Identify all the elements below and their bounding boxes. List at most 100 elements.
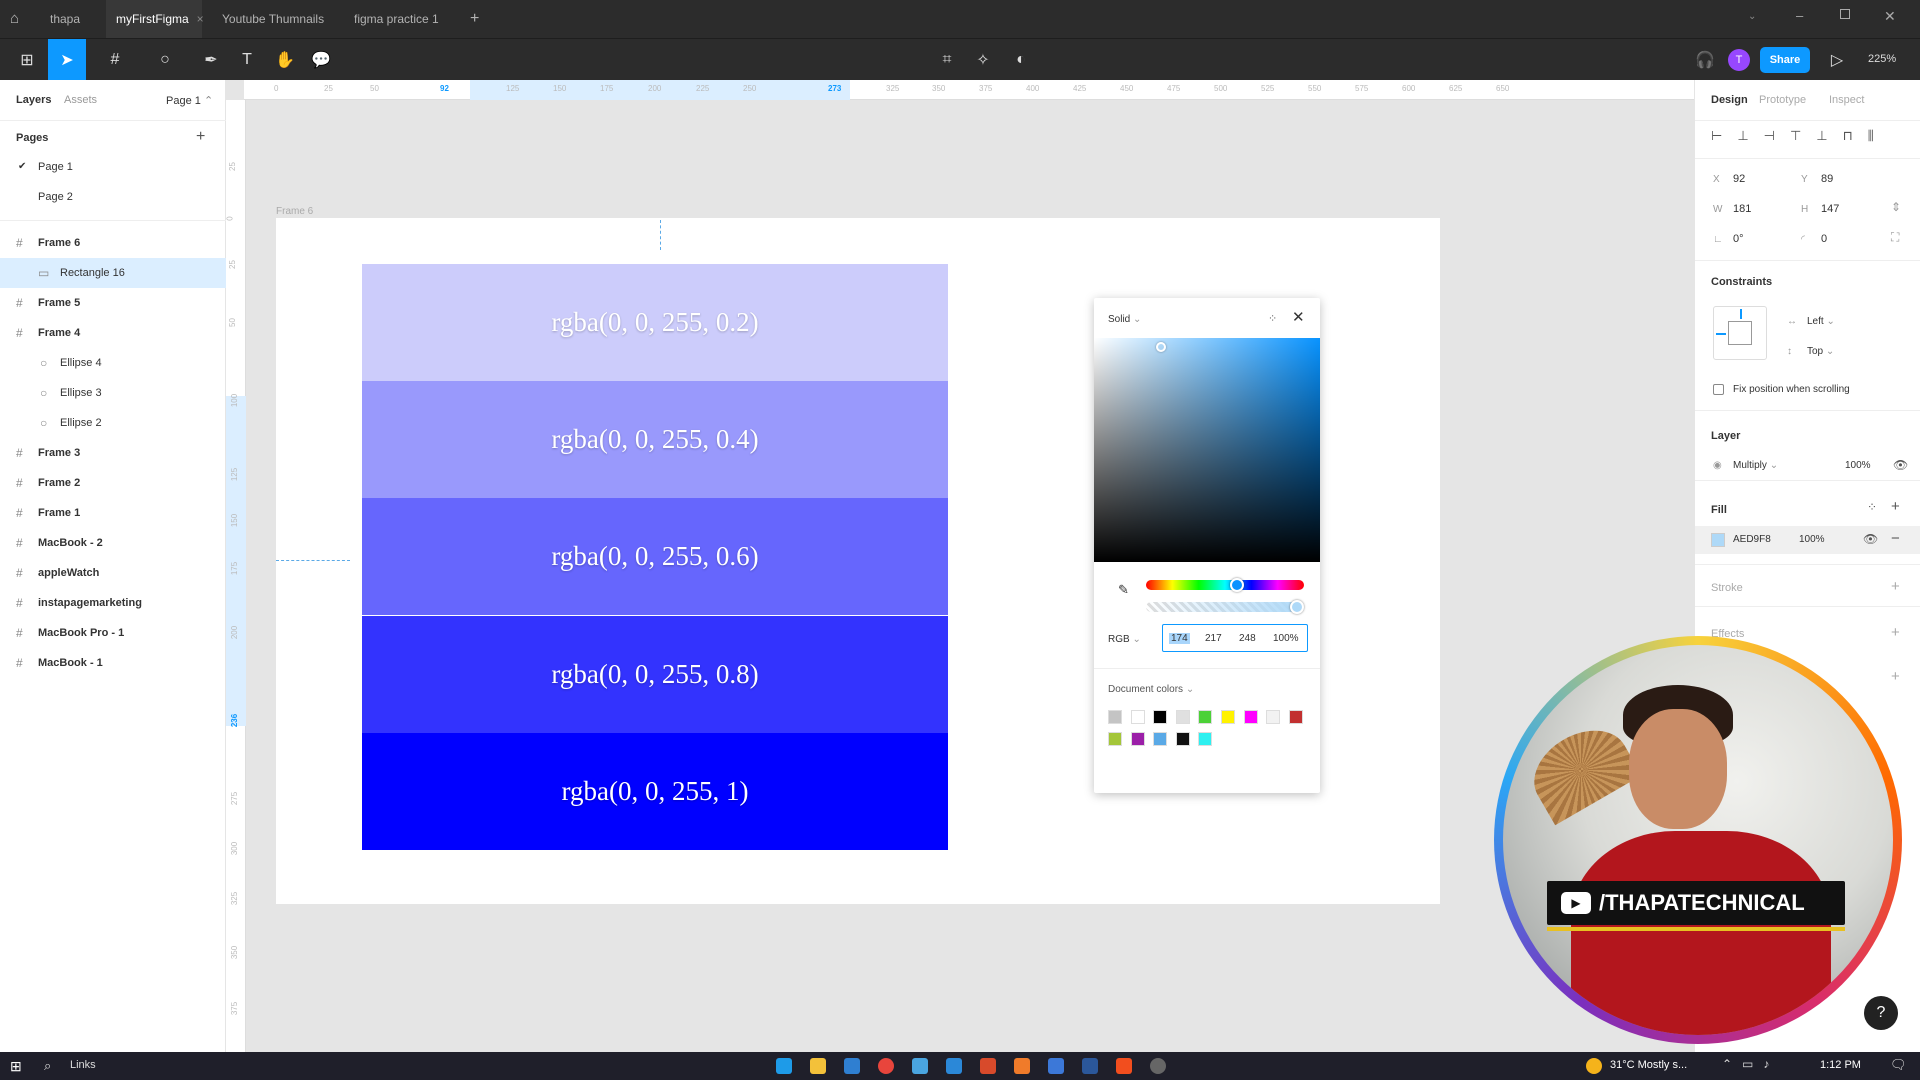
alpha-slider[interactable] xyxy=(1146,600,1304,614)
weather-text[interactable]: 31°C Mostly s... xyxy=(1610,1059,1687,1071)
width-input[interactable]: 181 xyxy=(1733,203,1751,215)
color-format-select[interactable]: RGB ⌄ xyxy=(1108,634,1141,645)
sublime-icon[interactable] xyxy=(1014,1058,1030,1074)
close-icon[interactable]: ✕ xyxy=(1292,308,1305,326)
layer-item[interactable]: # appleWatch xyxy=(0,558,226,588)
page-item[interactable]: Page 2 xyxy=(0,182,226,212)
move-tool-icon[interactable]: ➤ xyxy=(48,39,86,81)
hand-tool-icon[interactable]: ✋ xyxy=(266,39,304,81)
new-tab-icon[interactable]: + xyxy=(460,0,489,38)
color-stripe[interactable]: rgba(0, 0, 255, 1) xyxy=(362,732,948,850)
office-icon[interactable] xyxy=(980,1058,996,1074)
tab-thapa[interactable]: thapa xyxy=(40,0,90,38)
page-selector[interactable]: Page 1 ⌃ xyxy=(166,94,213,107)
hue-handle[interactable] xyxy=(1230,578,1244,592)
tab-assets[interactable]: Assets xyxy=(64,94,97,106)
fill-swatch[interactable] xyxy=(1711,533,1725,547)
home-icon[interactable]: ⌂ xyxy=(10,11,26,27)
search-icon[interactable]: ⌕ xyxy=(44,1058,51,1074)
red-input[interactable]: 174 xyxy=(1169,633,1190,644)
component-icon[interactable]: ✧ xyxy=(964,39,1002,81)
layer-item[interactable]: ▭ Rectangle 16 xyxy=(0,258,226,288)
headphones-icon[interactable]: 🎧 xyxy=(1686,39,1724,81)
fill-opacity-input[interactable]: 100% xyxy=(1799,534,1825,545)
canvas[interactable]: Frame 6 rgba(0, 0, 255, 0.2) rgba(0, 0, 2… xyxy=(246,100,1694,1052)
layer-item[interactable]: ○ Ellipse 3 xyxy=(0,378,226,408)
y-input[interactable]: 89 xyxy=(1821,173,1833,185)
add-stroke-icon[interactable]: + xyxy=(1891,578,1900,595)
constraint-left-line[interactable] xyxy=(1716,333,1726,335)
style-icon[interactable]: ⁘ xyxy=(1268,312,1277,325)
color-swatch[interactable] xyxy=(1130,732,1145,746)
word-icon[interactable] xyxy=(1082,1058,1098,1074)
chevron-down-icon[interactable]: ⌄ xyxy=(1748,11,1756,22)
color-swatch[interactable] xyxy=(1153,732,1168,746)
comment-tool-icon[interactable]: 💬 xyxy=(302,39,340,81)
height-input[interactable]: 147 xyxy=(1821,203,1839,215)
eye-icon[interactable]: 👁 xyxy=(1863,532,1878,546)
clock[interactable]: 1:12 PM xyxy=(1820,1059,1861,1071)
page-item[interactable]: ✔ Page 1 xyxy=(0,152,226,182)
obs-icon[interactable] xyxy=(1150,1058,1166,1074)
color-picker[interactable]: Solid ⌄ ⁘ ✕ ✎ RGB ⌄ 174 217 248 100% Doc… xyxy=(1094,298,1320,793)
zoom-level[interactable]: 225% xyxy=(1868,53,1896,65)
fill-hex-input[interactable]: AED9F8 xyxy=(1733,534,1771,545)
layer-item[interactable]: # Frame 4 xyxy=(0,318,226,348)
vertical-constraint-select[interactable]: Top ⌄ xyxy=(1807,346,1834,357)
mail-icon[interactable] xyxy=(844,1058,860,1074)
corner-radius-input[interactable]: 0 xyxy=(1821,233,1827,245)
close-window-icon[interactable]: ✕ xyxy=(1884,8,1896,25)
shape-tool-icon[interactable]: ○ xyxy=(146,39,184,81)
present-icon[interactable]: ▷ xyxy=(1818,39,1856,81)
styles-icon[interactable]: ⁘ xyxy=(1867,500,1877,514)
tab-myfirstfigma[interactable]: myFirstFigma × xyxy=(106,0,204,38)
color-swatch[interactable] xyxy=(1153,710,1168,724)
search-label[interactable]: Links xyxy=(70,1059,96,1071)
color-swatch[interactable] xyxy=(1130,710,1145,724)
color-stripe[interactable]: rgba(0, 0, 255, 0.4) xyxy=(362,381,948,499)
add-effect-icon[interactable]: + xyxy=(1891,624,1900,641)
color-swatch[interactable] xyxy=(1221,710,1235,724)
tab-inspect[interactable]: Inspect xyxy=(1829,94,1864,106)
constraints-widget[interactable] xyxy=(1713,306,1767,360)
tab-figma-practice-1[interactable]: figma practice 1 xyxy=(344,0,449,38)
system-tray-icons[interactable]: ⌃▭♪ xyxy=(1722,1057,1779,1071)
pen-tool-icon[interactable]: ✒ xyxy=(192,39,230,81)
text-tool-icon[interactable]: T xyxy=(228,39,266,81)
x-input[interactable]: 92 xyxy=(1733,173,1745,185)
blend-mode-select[interactable]: Multiply ⌄ xyxy=(1733,460,1778,471)
fill-row[interactable]: AED9F8 100% 👁 − xyxy=(1695,526,1920,554)
remove-fill-icon[interactable]: − xyxy=(1891,530,1900,547)
alpha-input[interactable]: 100% xyxy=(1273,633,1299,644)
layer-opacity-input[interactable]: 100% xyxy=(1845,460,1871,471)
terminal-icon[interactable] xyxy=(912,1058,928,1074)
tab-layers[interactable]: Layers xyxy=(16,94,51,106)
rotation-input[interactable]: 0° xyxy=(1733,233,1744,245)
color-swatch[interactable] xyxy=(1266,710,1281,724)
add-export-icon[interactable]: + xyxy=(1891,668,1900,685)
green-input[interactable]: 217 xyxy=(1205,633,1222,644)
saturation-area[interactable] xyxy=(1094,338,1320,562)
constraint-top-line[interactable] xyxy=(1740,309,1742,319)
tab-prototype[interactable]: Prototype xyxy=(1759,94,1806,106)
color-swatch[interactable] xyxy=(1288,710,1303,724)
crop-icon[interactable]: ⌗ xyxy=(928,39,966,81)
color-swatch[interactable] xyxy=(1108,710,1122,724)
layer-item[interactable]: # Frame 6 xyxy=(0,228,226,258)
layer-item[interactable]: # Frame 3 xyxy=(0,438,226,468)
help-button[interactable]: ? xyxy=(1864,996,1898,1030)
layer-item[interactable]: ○ Ellipse 2 xyxy=(0,408,226,438)
layer-item[interactable]: # Frame 2 xyxy=(0,468,226,498)
layer-item[interactable]: # Frame 5 xyxy=(0,288,226,318)
tab-design[interactable]: Design xyxy=(1711,94,1748,106)
avatar[interactable]: T xyxy=(1728,49,1750,71)
contrast-icon[interactable]: ◐ xyxy=(1002,39,1040,81)
main-menu-icon[interactable]: ⊞ xyxy=(8,39,46,81)
add-fill-icon[interactable]: + xyxy=(1891,498,1900,515)
layer-item[interactable]: # MacBook - 2 xyxy=(0,528,226,558)
vscode-icon[interactable] xyxy=(946,1058,962,1074)
notification-icon[interactable]: 🗨 xyxy=(1890,1057,1907,1073)
layer-item[interactable]: # MacBook - 1 xyxy=(0,648,226,678)
notes-icon[interactable] xyxy=(1048,1058,1064,1074)
frame-label[interactable]: Frame 6 xyxy=(276,206,313,217)
